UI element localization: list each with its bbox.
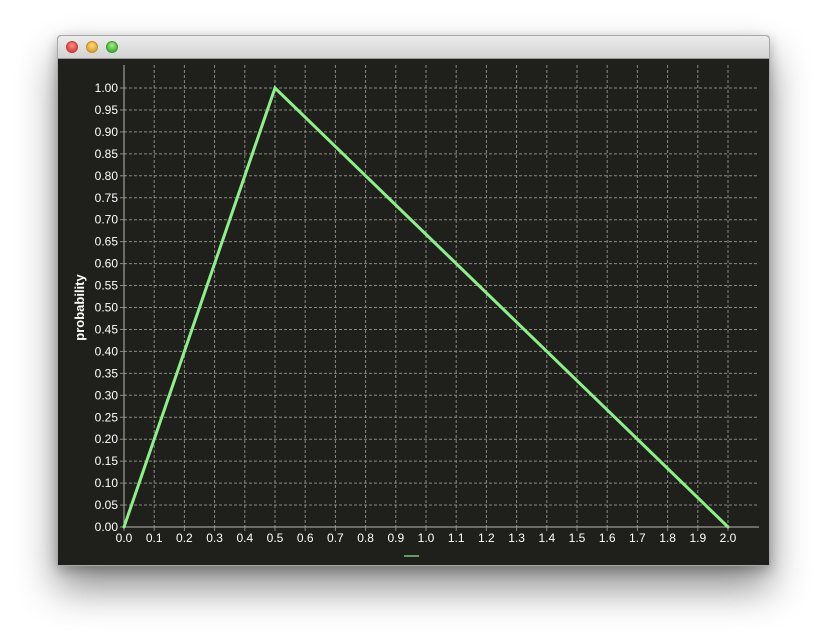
data-point	[273, 86, 277, 90]
x-tick-label: 0.2	[176, 531, 193, 545]
x-tick-label: 1.1	[448, 531, 465, 545]
x-tick-label: 1.3	[508, 531, 525, 545]
x-tick-label: 1.6	[599, 531, 616, 545]
x-tick-label: 1.7	[629, 531, 646, 545]
axes	[123, 65, 759, 528]
close-window-button[interactable]	[66, 41, 78, 53]
x-tick-label: 0.9	[387, 531, 404, 545]
y-tick-label: 0.50	[95, 301, 119, 315]
x-tick-label: 1.5	[569, 531, 586, 545]
y-tick-label: 0.35	[95, 366, 119, 380]
plot-panel: 0.0 0.1 0.2 0.3 0.4 0.5 0.6 0.7 0.8 0.9 1.0 1.1 1.2 1…	[60, 59, 767, 564]
minimize-window-button[interactable]	[86, 41, 98, 53]
grid	[123, 65, 759, 528]
x-tick-label: 1.2	[478, 531, 495, 545]
chart-window: 0.0 0.1 0.2 0.3 0.4 0.5 0.6 0.7 0.8 0.9 1.0 1.1 1.2 1…	[57, 35, 770, 566]
data-point	[726, 525, 730, 529]
y-tick-label: 0.55	[95, 279, 119, 293]
y-axis-title: probability	[72, 274, 87, 341]
x-tick-label: 0.3	[206, 531, 223, 545]
y-tick-label: 0.90	[95, 125, 119, 139]
x-tick-label: 0.5	[267, 531, 284, 545]
y-tick-label: 0.00	[95, 520, 119, 534]
y-tick-label: 0.80	[95, 169, 119, 183]
data-point	[122, 525, 126, 529]
x-tick-label: 1.8	[659, 531, 676, 545]
y-tick-label: 0.95	[95, 103, 119, 117]
x-tick-label: 0.8	[357, 531, 374, 545]
x-tick-label: 2.0	[720, 531, 737, 545]
x-tick-label: 0.6	[297, 531, 314, 545]
x-axis-ticks: 0.0 0.1 0.2 0.3 0.4 0.5 0.6 0.7 0.8 0.9 1.0 1.1 1.2 1…	[116, 527, 737, 545]
y-tick-label: 0.15	[95, 454, 119, 468]
x-tick-label: 1.4	[538, 531, 555, 545]
y-tick-label: 0.85	[95, 147, 119, 161]
y-tick-label: 0.40	[95, 344, 119, 358]
maximize-window-button[interactable]	[106, 41, 118, 53]
x-tick-label: 0.0	[116, 531, 133, 545]
y-tick-label: 0.60	[95, 257, 119, 271]
x-tick-label: 0.1	[146, 531, 163, 545]
y-tick-label: 0.10	[95, 476, 119, 490]
window-titlebar[interactable]	[58, 36, 769, 59]
x-tick-label: 1.0	[418, 531, 435, 545]
y-tick-label: 0.75	[95, 191, 119, 205]
y-tick-label: 0.65	[95, 235, 119, 249]
y-tick-label: 0.25	[95, 410, 119, 424]
y-tick-label: 0.20	[95, 432, 119, 446]
y-tick-label: 0.05	[95, 498, 119, 512]
y-tick-label: 0.45	[95, 322, 119, 336]
y-tick-label: 0.70	[95, 213, 119, 227]
y-tick-label: 1.00	[95, 81, 119, 95]
x-tick-label: 1.9	[689, 531, 706, 545]
x-tick-label: 0.4	[236, 531, 253, 545]
x-tick-label: 0.7	[327, 531, 344, 545]
y-tick-label: 0.30	[95, 388, 119, 402]
y-axis-ticks: 0.00 0.05 0.10 0.15 0.20 0.25 0.30 0.35 0.40 0.45…	[95, 81, 124, 534]
line-chart: 0.0 0.1 0.2 0.3 0.4 0.5 0.6 0.7 0.8 0.9 1.0 1.1 1.2 1…	[72, 65, 759, 557]
